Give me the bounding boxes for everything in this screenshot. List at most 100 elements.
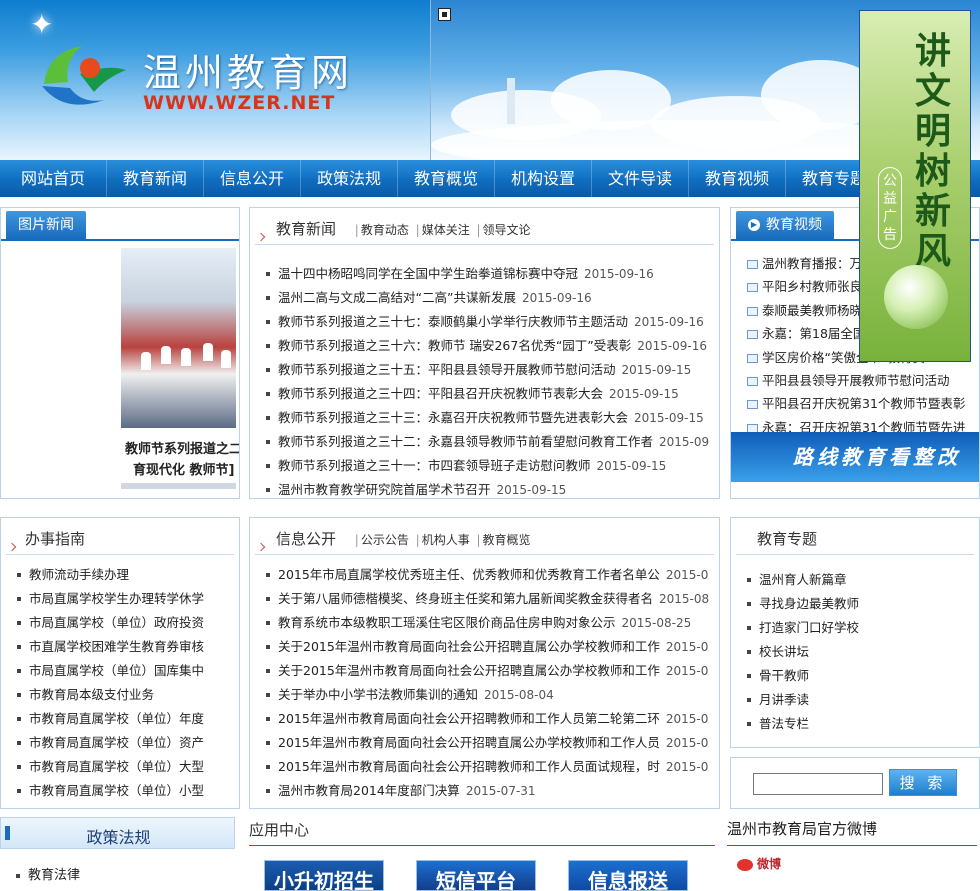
weibo-icon	[737, 858, 753, 871]
tab-media-focus[interactable]: 媒体关注	[422, 223, 470, 237]
info-item[interactable]: 教育系统市本级教职工瑶溪住宅区限价商品住房申购对象公示 2015-08-25	[266, 611, 709, 635]
video-item[interactable]: 平阳县县领导开展教师节慰问活动	[747, 369, 965, 392]
news-item[interactable]: 教师节系列报道之三十五：平阳县县领导开展教师节慰问活动 2015-09-15	[266, 358, 709, 382]
topic-item[interactable]: 温州育人新篇章	[747, 568, 969, 592]
photo-caption[interactable]: 教师节系列报道之二	[125, 438, 239, 457]
news-item[interactable]: 教师节系列报道之三十二：永嘉县领导教师节前看望慰问教育工作者2015-09-15	[266, 430, 709, 454]
guide-item[interactable]: 市教育局直属学校（单位）年度	[17, 707, 229, 731]
nav-item-docs[interactable]: 文件导读	[591, 160, 688, 197]
nav-item-org[interactable]: 机构设置	[494, 160, 591, 197]
section-title[interactable]: 温州市教育局官方微博	[727, 818, 877, 839]
news-item[interactable]: 教师节系列报道之三十七：泰顺鹤巢小学举行庆教师节主题活动 2015-09-16	[266, 310, 709, 334]
guide-item[interactable]: 市局直属学校（单位）国库集中	[17, 659, 229, 683]
nav-item-info-public[interactable]: 信息公开	[203, 160, 300, 197]
logo-icon[interactable]	[34, 34, 130, 116]
section-header: 信息公开 | 公示公告 | 机构人事 | 教育概览	[276, 530, 531, 548]
video-icon	[747, 400, 758, 410]
app-tile-sms[interactable]: 短信平台	[416, 860, 536, 891]
weibo-link[interactable]: 微博	[737, 855, 781, 872]
topic-item[interactable]: 普法专栏	[747, 712, 969, 736]
guide-item[interactable]: 市局直属学校学生办理转学休学	[17, 587, 229, 611]
guide-panel: 办事指南 教师流动手续办理 市局直属学校学生办理转学休学 市局直属学校（单位）政…	[0, 517, 240, 809]
nav-item-video[interactable]: 教育视频	[688, 160, 785, 197]
divider	[255, 554, 714, 555]
photo-caption[interactable]: 育现代化 教师节]	[133, 459, 234, 478]
search-input[interactable]	[753, 773, 883, 795]
video-icon	[747, 330, 758, 340]
ad-tag: 公益广告	[878, 167, 902, 249]
tab-leader-articles[interactable]: 领导文论	[483, 223, 531, 237]
section-title[interactable]: 政策法规	[1, 824, 236, 848]
mass-line-banner[interactable]: 路线教育看整改	[731, 432, 979, 482]
nav-item-home[interactable]: 网站首页	[0, 160, 106, 197]
edu-video-tab-label: 教育视频	[766, 217, 822, 233]
policy-header: 政策法规	[0, 817, 235, 849]
search-button[interactable]: 搜 索	[889, 769, 957, 796]
news-item[interactable]: 温十四中杨昭鸣同学在全国中学生跆拳道锦标赛中夺冠 2015-09-16	[266, 262, 709, 286]
topic-item[interactable]: 寻找身边最美教师	[747, 592, 969, 616]
arrow-icon	[7, 542, 17, 552]
main-nav: 网站首页 教育新闻 信息公开 政策法规 教育概览 机构设置 文件导读 教育视频 …	[0, 160, 980, 197]
topic-item[interactable]: 校长讲坛	[747, 640, 969, 664]
policy-item[interactable]: 教育法律	[16, 864, 80, 883]
pagoda-shape	[507, 78, 515, 124]
photo-news-tab[interactable]: 图片新闻	[6, 211, 86, 239]
news-item[interactable]: 教师节系列报道之三十一：市四套领导班子走访慰问教师 2015-09-15	[266, 454, 709, 478]
video-item[interactable]: 平阳县召开庆祝第31个教师节暨表彰	[747, 392, 965, 415]
info-public-panel: 信息公开 | 公示公告 | 机构人事 | 教育概览 2015年市局直属学校优秀班主任、…	[249, 517, 720, 809]
tab-personnel[interactable]: 机构人事	[422, 533, 470, 547]
edu-video-tab[interactable]: ▶ 教育视频	[736, 211, 834, 239]
video-icon	[747, 376, 758, 386]
news-photo[interactable]	[121, 248, 236, 428]
news-item[interactable]: 教师节系列报道之三十三：永嘉召开庆祝教师节暨先进表彰大会 2015-09-15	[266, 406, 709, 430]
info-item[interactable]: 关于举办中小学书法教师集训的通知 2015-08-04	[266, 683, 709, 707]
photo-thumbnail-strip	[121, 483, 236, 489]
topic-item[interactable]: 打造家门口好学校	[747, 616, 969, 640]
topic-item[interactable]: 月讲季读	[747, 688, 969, 712]
arrow-icon	[256, 232, 266, 242]
video-icon	[747, 306, 758, 316]
info-item[interactable]: 温州市教育局2014年度部门决算 2015-07-31	[266, 779, 709, 803]
news-item[interactable]: 教师节系列报道之三十四：平阳县召开庆祝教师节表彰大会 2015-09-15	[266, 382, 709, 406]
info-item[interactable]: 2015年温州市教育局面向社会公开招聘直属公办学校教师和工作人员2015-08-…	[266, 731, 709, 755]
guide-item[interactable]: 市教育局直属学校（单位）资产	[17, 731, 229, 755]
section-title[interactable]: 信息公开	[276, 530, 336, 548]
info-item[interactable]: 2015年温州市教育局面向社会公开招聘教师和工作人员第二轮第二环2015-08-…	[266, 707, 709, 731]
app-tile-report[interactable]: 信息报送	[568, 860, 688, 891]
divider	[727, 845, 977, 846]
guide-item[interactable]: 市教育局直属学校（单位）小型	[17, 779, 229, 803]
info-item[interactable]: 关于2015年温州市教育局面向社会公开招聘直属公办学校教师和工作2015-08-…	[266, 659, 709, 683]
info-item[interactable]: 关于第八届师德楷模奖、终身班主任奖和第九届新闻奖教金获得者名2015-08-27	[266, 587, 709, 611]
guide-list: 教师流动手续办理 市局直属学校学生办理转学休学 市局直属学校（单位）政府投资 市…	[17, 563, 229, 803]
photo-news-panel: 图片新闻 教师节系列报道之二 育现代化 教师节]	[0, 207, 240, 499]
guide-item[interactable]: 市局直属学校（单位）政府投资	[17, 611, 229, 635]
topic-item[interactable]: 骨干教师	[747, 664, 969, 688]
tab-overview[interactable]: 教育概览	[483, 533, 531, 547]
topics-list: 温州育人新篇章 寻找身边最美教师 打造家门口好学校 校长讲坛 骨干教师 月讲季读…	[747, 568, 969, 736]
site-url: WWW.WZER.NET	[143, 92, 336, 114]
public-service-ad[interactable]: 讲文明树新风 公益广告	[859, 10, 971, 362]
close-icon[interactable]	[438, 8, 451, 21]
nav-item-policy[interactable]: 政策法规	[300, 160, 397, 197]
tab-edu-dynamics[interactable]: 教育动态	[361, 223, 409, 237]
tab-announcements[interactable]: 公示公告	[361, 533, 409, 547]
info-item[interactable]: 关于2015年温州市教育局面向社会公开招聘直属公办学校教师和工作2015-08-…	[266, 635, 709, 659]
guide-item[interactable]: 市直属学校困难学生教育券审核	[17, 635, 229, 659]
nav-item-overview[interactable]: 教育概览	[397, 160, 494, 197]
guide-item[interactable]: 市教育局本级支付业务	[17, 683, 229, 707]
section-title[interactable]: 应用中心	[249, 819, 309, 840]
info-item[interactable]: 2015年市局直属学校优秀班主任、优秀教师和优秀教育工作者名单公2015-09-…	[266, 563, 709, 587]
nav-item-edu-news[interactable]: 教育新闻	[106, 160, 203, 197]
app-tile-enrollment[interactable]: 小升初招生	[264, 860, 384, 891]
guide-item[interactable]: 市教育局直属学校（单位）大型	[17, 755, 229, 779]
news-item[interactable]: 教师节系列报道之三十六：教师节 瑞安267名优秀“园丁”受表彰 2015-09-1…	[266, 334, 709, 358]
info-item[interactable]: 2015年温州市教育局面向社会公开招聘教师和工作人员面试规程，时2015-08-…	[266, 755, 709, 779]
section-title[interactable]: 办事指南	[25, 528, 85, 549]
news-item[interactable]: 温州二高与文成二高结对“二高”共谋新发展 2015-09-16	[266, 286, 709, 310]
section-title[interactable]: 教育专题	[757, 528, 817, 549]
divider	[736, 554, 974, 555]
section-title[interactable]: 教育新闻	[276, 220, 336, 238]
guide-item[interactable]: 教师流动手续办理	[17, 563, 229, 587]
video-icon	[747, 260, 758, 269]
news-item[interactable]: 温州市教育教学研究院首届学术节召开 2015-09-15	[266, 478, 709, 498]
